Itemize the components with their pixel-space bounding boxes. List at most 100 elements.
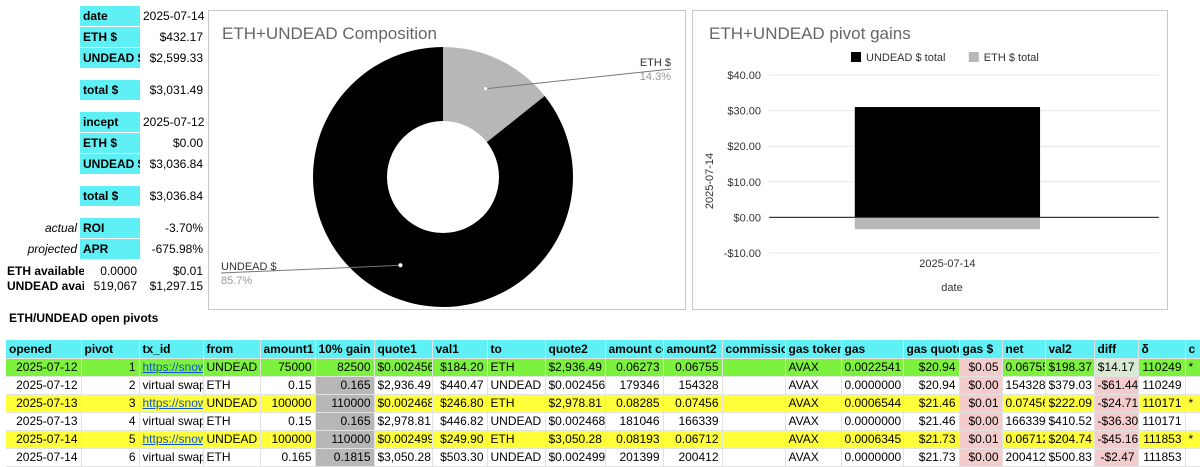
table-cell[interactable]: 0.08193 [605,430,664,449]
table-cell[interactable]: $500.83 [1045,448,1095,467]
table-cell[interactable]: $503.30 [432,448,488,467]
table-cell[interactable]: 0.0006544 [841,394,904,413]
table-cell[interactable]: 6 [81,448,140,467]
table-cell[interactable]: 0.165 [315,376,375,395]
table-cell[interactable]: 0.0006345 [841,430,904,449]
column-header-12[interactable]: commission [722,340,786,359]
table-cell[interactable]: 0.0022541 [841,358,904,377]
table-cell[interactable]: $204.74 [1045,430,1095,449]
table-cell[interactable]: $3,050.28 [374,448,433,467]
table-cell[interactable]: $3,050.28 [545,430,606,449]
table-cell[interactable]: * [1185,430,1200,449]
date-value[interactable]: 2025-07-14 [140,6,206,27]
table-cell[interactable]: $0.002456 [374,358,433,377]
table-cell[interactable]: $410.52 [1045,412,1095,431]
table-cell[interactable]: * [1185,394,1200,413]
table-cell[interactable] [1185,448,1200,467]
table-cell[interactable]: 111853 [1138,430,1186,449]
table-cell[interactable]: 0.1815 [315,448,375,467]
table-cell[interactable]: -$24.71 [1094,394,1139,413]
table-cell[interactable]: UNDEAD [487,448,546,467]
table-cell[interactable]: ETH [203,412,261,431]
table-cell[interactable]: 110171 [1138,394,1186,413]
column-header-17[interactable]: net [1002,340,1046,359]
table-cell[interactable]: 0.0000000 [841,448,904,467]
table-cell[interactable]: 3 [81,394,140,413]
table-cell[interactable]: $0.002499 [374,430,433,449]
table-cell[interactable]: -$36.30 [1094,412,1139,431]
table-cell[interactable] [722,412,786,431]
table-cell[interactable]: 200412 [663,448,723,467]
table-cell[interactable]: $0.002456 [545,376,606,395]
table-cell[interactable]: virtual swap [139,448,204,467]
table-cell[interactable] [722,376,786,395]
column-header-4[interactable]: amount1 [260,340,316,359]
bar-0-0[interactable] [854,107,1041,218]
table-cell[interactable]: virtual swap [139,376,204,395]
table-cell[interactable]: $246.80 [432,394,488,413]
undead-label[interactable]: UNDEAD $ [80,48,140,69]
table-cell[interactable]: 0.0000000 [841,412,904,431]
bar-1-0[interactable] [854,217,1041,230]
table-cell[interactable]: AVAX [785,358,842,377]
date-label[interactable]: date [80,6,140,27]
table-cell[interactable]: 2025-07-13 [6,394,82,413]
incept-total-value[interactable]: $3,036.84 [140,186,206,207]
table-cell[interactable]: 154328 [1002,376,1046,395]
table-cell[interactable]: $0.002468 [374,394,433,413]
column-header-19[interactable]: diff [1094,340,1139,359]
column-header-1[interactable]: pivot [81,340,140,359]
table-cell[interactable]: 200412 [1002,448,1046,467]
table-cell[interactable]: $0.00 [959,448,1003,467]
table-cell[interactable]: 166339 [663,412,723,431]
table-cell[interactable]: $0.01 [959,430,1003,449]
table-cell[interactable]: 110249 [1138,358,1186,377]
table-cell[interactable]: UNDEAD [487,376,546,395]
eth-label[interactable]: ETH $ [80,27,140,48]
incept-undead-label[interactable]: UNDEAD $ [80,154,140,175]
table-cell[interactable]: UNDEAD [203,394,261,413]
table-cell[interactable]: $0.00 [959,376,1003,395]
apr-value[interactable]: -675.98% [140,239,206,260]
table-cell[interactable]: $0.002499 [545,448,606,467]
column-header-5[interactable]: 10% gain [315,340,375,359]
table-cell[interactable]: 82500 [315,358,375,377]
table-cell[interactable]: AVAX [785,430,842,449]
column-header-13[interactable]: gas token [785,340,842,359]
table-cell[interactable]: ETH [487,358,546,377]
table-cell[interactable] [1185,412,1200,431]
table-cell[interactable]: -$45.16 [1094,430,1139,449]
table-cell[interactable]: $21.46 [903,412,960,431]
table-cell[interactable]: AVAX [785,394,842,413]
table-cell[interactable]: 0.06273 [605,358,664,377]
table-cell[interactable]: $14.17 [1094,358,1139,377]
table-cell[interactable]: $0.01 [959,394,1003,413]
table-cell[interactable]: 201399 [605,448,664,467]
column-header-7[interactable]: val1 [432,340,488,359]
table-cell[interactable]: $440.47 [432,376,488,395]
table-cell[interactable]: ETH [203,376,261,395]
table-cell[interactable]: 2025-07-12 [6,358,82,377]
table-cell[interactable]: $21.46 [903,394,960,413]
incept-value[interactable]: 2025-07-12 [140,112,206,133]
pivot-gains-chart[interactable]: ETH+UNDEAD pivot gains UNDEAD $ total ETH… [692,10,1168,310]
table-cell[interactable]: 0.08285 [605,394,664,413]
table-cell[interactable]: ETH [203,448,261,467]
table-cell[interactable]: ETH [487,394,546,413]
column-header-21[interactable]: c [1185,340,1200,359]
table-cell[interactable]: AVAX [785,412,842,431]
composition-chart[interactable]: ETH+UNDEAD Composition ETH $14.3% UNDEAD … [208,10,686,310]
table-cell[interactable]: $20.94 [903,376,960,395]
table-cell[interactable]: 181046 [605,412,664,431]
table-cell[interactable]: 100000 [260,430,316,449]
table-cell[interactable]: 1 [81,358,140,377]
table-cell[interactable]: UNDEAD [203,430,261,449]
eth-value[interactable]: $432.17 [140,27,206,48]
table-cell[interactable]: 0.165 [260,448,316,467]
table-cell[interactable]: AVAX [785,448,842,467]
table-cell[interactable]: 110000 [315,394,375,413]
column-header-14[interactable]: gas [841,340,904,359]
table-cell[interactable]: * [1185,358,1200,377]
column-header-16[interactable]: gas $ [959,340,1003,359]
table-cell[interactable]: 0.07456 [663,394,723,413]
